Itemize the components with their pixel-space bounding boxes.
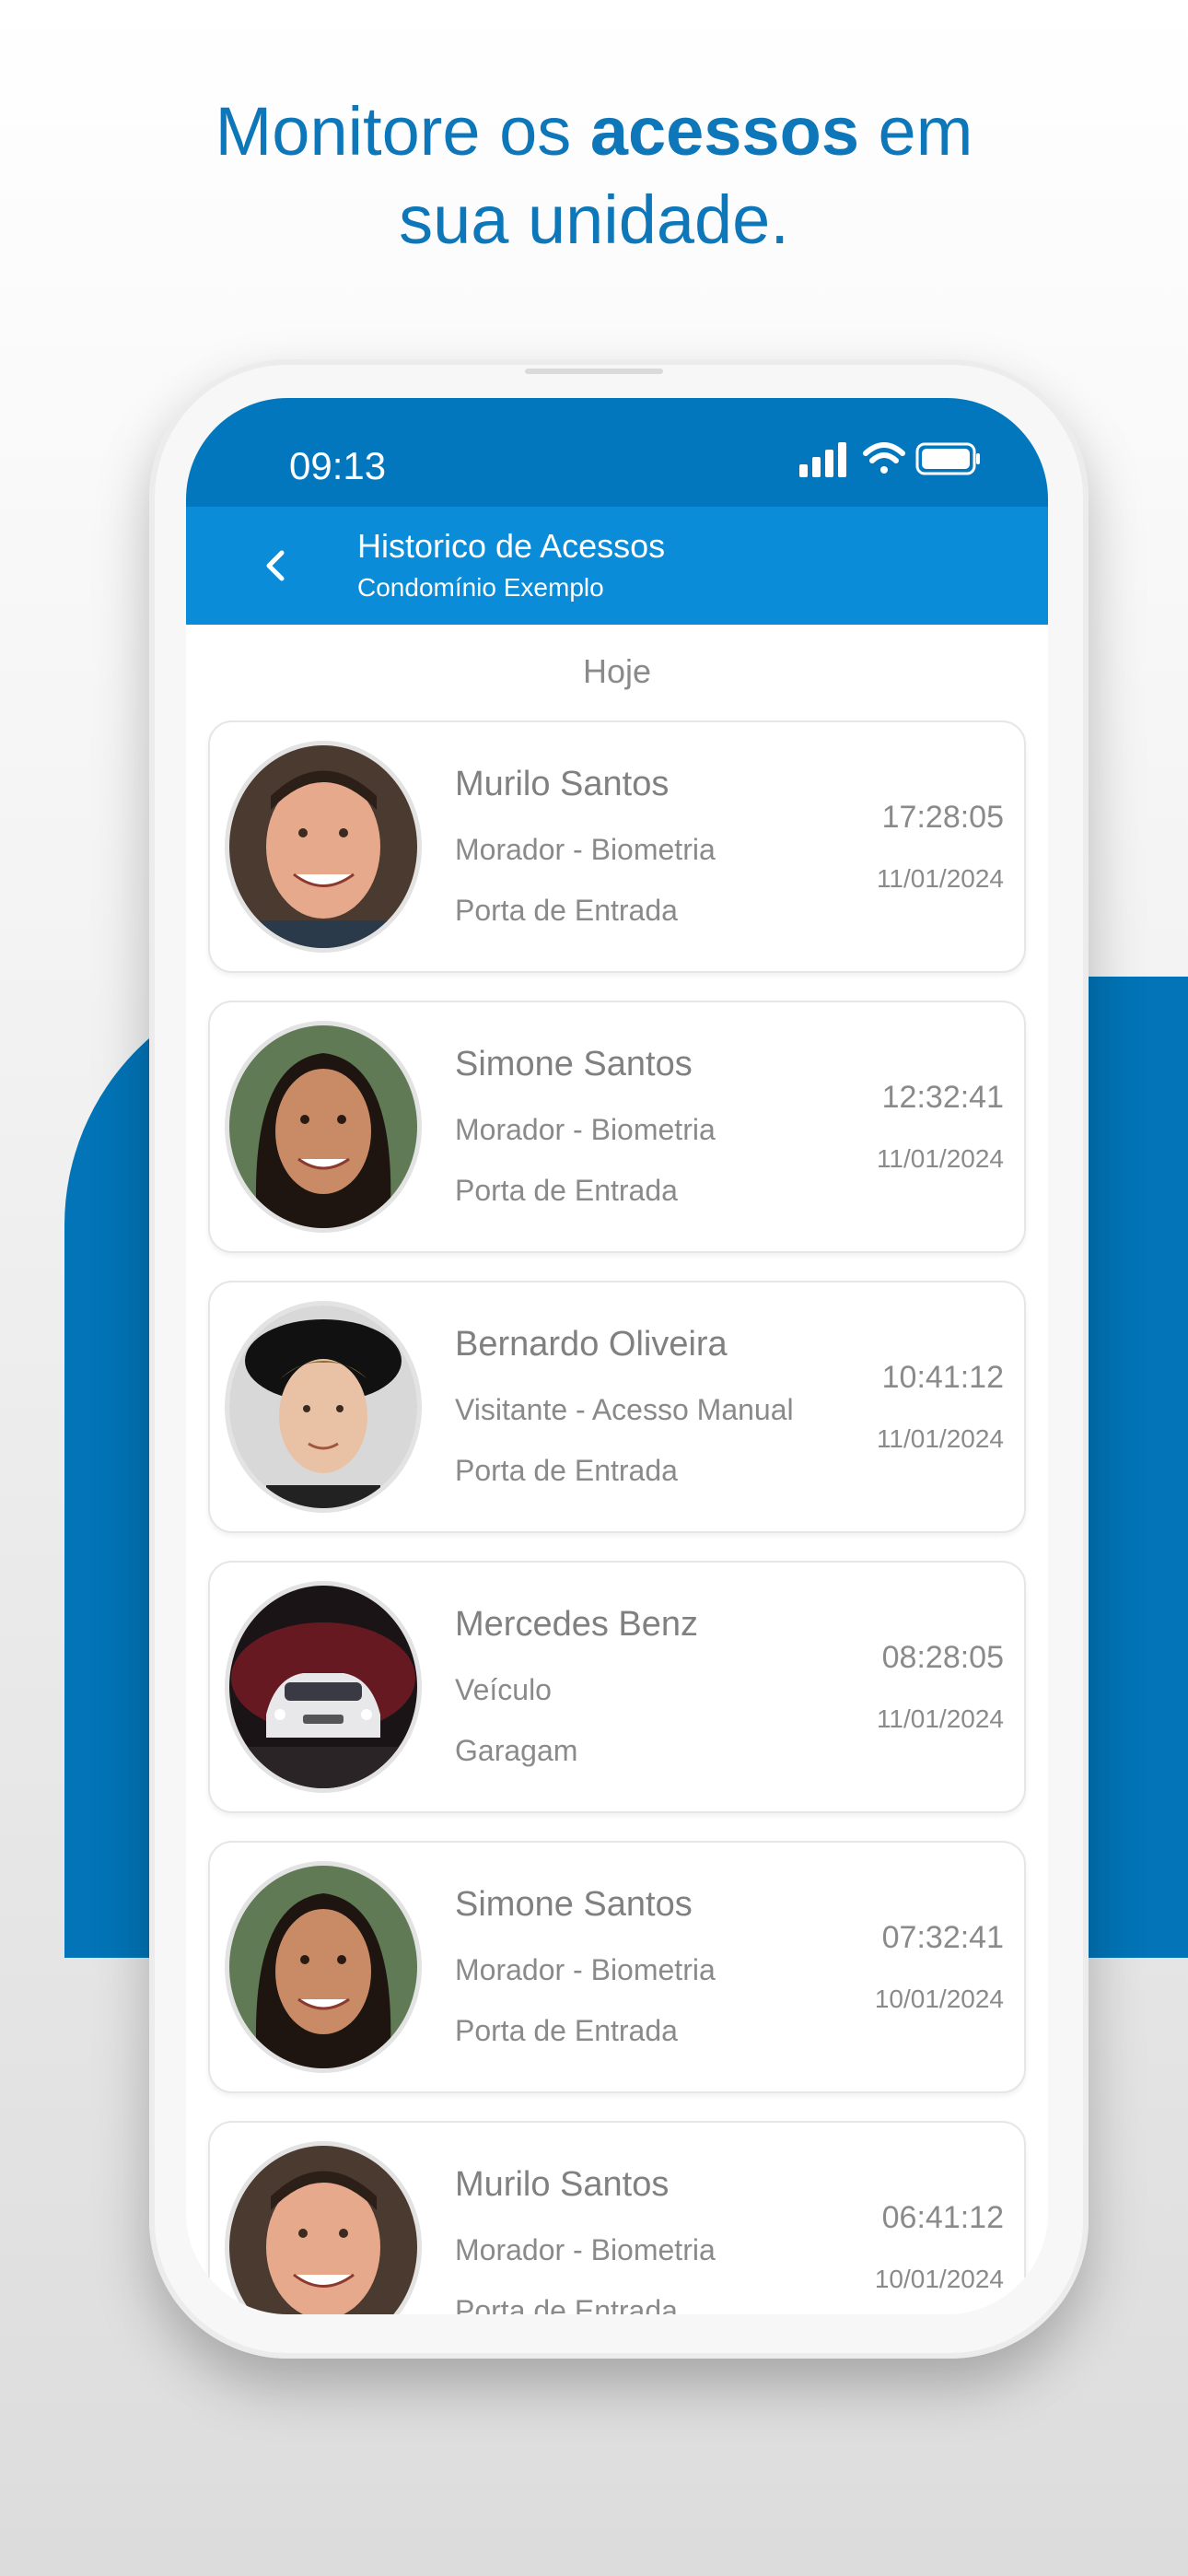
avatar	[225, 741, 422, 953]
avatar	[225, 1021, 422, 1233]
phone-speaker	[525, 369, 663, 374]
wifi-icon	[863, 442, 905, 474]
entry-door: Porta de Entrada	[455, 1174, 678, 1207]
entry-time: 08:28:05	[881, 1640, 1004, 1675]
entry-door: Porta de Entrada	[455, 894, 678, 927]
section-label-today: Hoje	[582, 652, 652, 690]
back-button[interactable]	[258, 545, 298, 586]
entry-type: Morador - Biometria	[455, 1113, 716, 1146]
avatar	[225, 2141, 422, 2314]
entry-date: 10/01/2024	[874, 2265, 1004, 2293]
man-photo-icon	[229, 745, 417, 948]
entry-date: 10/01/2024	[874, 1985, 1004, 2013]
visitor-photo-icon	[229, 1306, 417, 1508]
avatar	[225, 1301, 422, 1513]
entry-type: Visitante - Acesso Manual	[455, 1393, 794, 1426]
entry-time: 12:32:41	[881, 1080, 1004, 1115]
phone-screen: 09:13 Historico de Acessos Condomínio Ex…	[186, 398, 1048, 2314]
entry-time: 07:32:41	[881, 1920, 1004, 1955]
entry-name: Murilo Santos	[455, 2165, 670, 2204]
entry-type: Morador - Biometria	[455, 1953, 716, 1986]
access-card[interactable]: Simone Santos Morador - Biometria Porta …	[208, 1001, 1026, 1253]
entry-type: Veículo	[455, 1673, 552, 1706]
entry-name: Simone Santos	[455, 1885, 693, 1924]
app-bar: Historico de Acessos Condomínio Exemplo	[186, 507, 1048, 625]
access-card[interactable]: Simone Santos Morador - Biometria Porta …	[208, 1841, 1026, 2093]
app-bar-subtitle: Condomínio Exemplo	[357, 573, 604, 602]
avatar	[225, 1861, 422, 2073]
man-photo-icon	[229, 2146, 417, 2314]
status-time: 09:13	[289, 444, 387, 487]
entry-date: 11/01/2024	[876, 1144, 1004, 1173]
access-card[interactable]: Murilo Santos Morador - Biometria Porta …	[208, 720, 1026, 973]
entry-name: Simone Santos	[455, 1045, 693, 1083]
entry-type: Morador - Biometria	[455, 833, 716, 866]
entry-door: Porta de Entrada	[455, 2014, 678, 2047]
entry-door: Porta de Entrada	[455, 1454, 678, 1487]
entry-name: Bernardo Oliveira	[455, 1325, 728, 1364]
access-card[interactable]: Murilo Santos Morador - Biometria Porta …	[208, 2121, 1026, 2314]
signal-icon	[799, 442, 846, 477]
entry-door: Porta de Entrada	[455, 2294, 678, 2314]
entry-name: Murilo Santos	[455, 765, 670, 803]
entry-door: Garagam	[455, 1734, 578, 1767]
entry-date: 11/01/2024	[876, 864, 1004, 893]
car-photo-icon	[229, 1586, 417, 1788]
app-bar-title: Historico de Acessos	[357, 527, 666, 565]
access-list: Murilo Santos Morador - Biometria Porta …	[208, 720, 1026, 2314]
entry-date: 11/01/2024	[876, 1704, 1004, 1733]
battery-icon	[915, 442, 980, 475]
entry-time: 06:41:12	[881, 2200, 1004, 2235]
status-icons	[799, 442, 980, 477]
entry-date: 11/01/2024	[876, 1424, 1004, 1453]
status-bar: 09:13	[186, 398, 1048, 507]
access-card[interactable]: Bernardo Oliveira Visitante - Acesso Man…	[208, 1281, 1026, 1533]
access-card[interactable]: Mercedes Benz Veículo Garagam 08:28:05 1…	[208, 1561, 1026, 1813]
entry-time: 17:28:05	[881, 800, 1004, 835]
woman-photo-icon	[229, 1025, 417, 1228]
entry-name: Mercedes Benz	[455, 1605, 699, 1644]
entry-time: 10:41:12	[881, 1360, 1004, 1395]
woman-photo-icon	[229, 1866, 417, 2068]
entry-type: Morador - Biometria	[455, 2233, 716, 2266]
avatar	[225, 1581, 422, 1793]
